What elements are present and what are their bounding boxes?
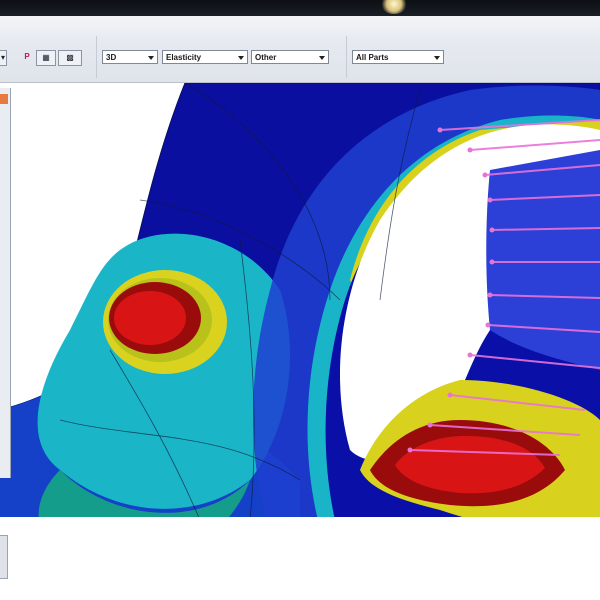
side-panel-tab[interactable]	[0, 535, 8, 579]
side-panel[interactable]	[0, 88, 11, 478]
toolbar-divider	[346, 36, 347, 78]
view-mode-select[interactable]: 3D	[102, 50, 158, 64]
bore-inner-wall	[486, 150, 600, 370]
main-toolbar: ▾ P ▦ ▩ 3D Elasticity Other All Parts	[0, 16, 600, 83]
study-type-select[interactable]: Elasticity	[162, 50, 248, 64]
window-title-bar	[0, 0, 600, 16]
hotspot-red	[114, 291, 186, 345]
model-viewport[interactable]	[0, 83, 600, 600]
toolbar-divider	[96, 36, 97, 78]
view-mode-value: 3D	[106, 53, 117, 62]
p-tool-icon[interactable]: P	[21, 50, 33, 64]
study-type-value: Elasticity	[166, 53, 202, 62]
category-select[interactable]: Other	[251, 50, 329, 64]
chevron-down-icon	[434, 56, 440, 60]
display-tool-icon[interactable]: ▩	[58, 50, 82, 66]
scope-value: All Parts	[356, 53, 389, 62]
chevron-down-icon	[238, 56, 244, 60]
dropdown-arrow-icon[interactable]: ▾	[0, 50, 7, 66]
category-value: Other	[255, 53, 277, 62]
chevron-down-icon	[319, 56, 325, 60]
stress-plot-canvas[interactable]	[0, 83, 600, 600]
scope-select[interactable]: All Parts	[352, 50, 444, 64]
mesh-tool-icon[interactable]: ▦	[36, 50, 56, 66]
panel-close-icon[interactable]	[0, 94, 8, 104]
window-glow-icon	[381, 0, 407, 14]
chevron-down-icon	[148, 56, 154, 60]
